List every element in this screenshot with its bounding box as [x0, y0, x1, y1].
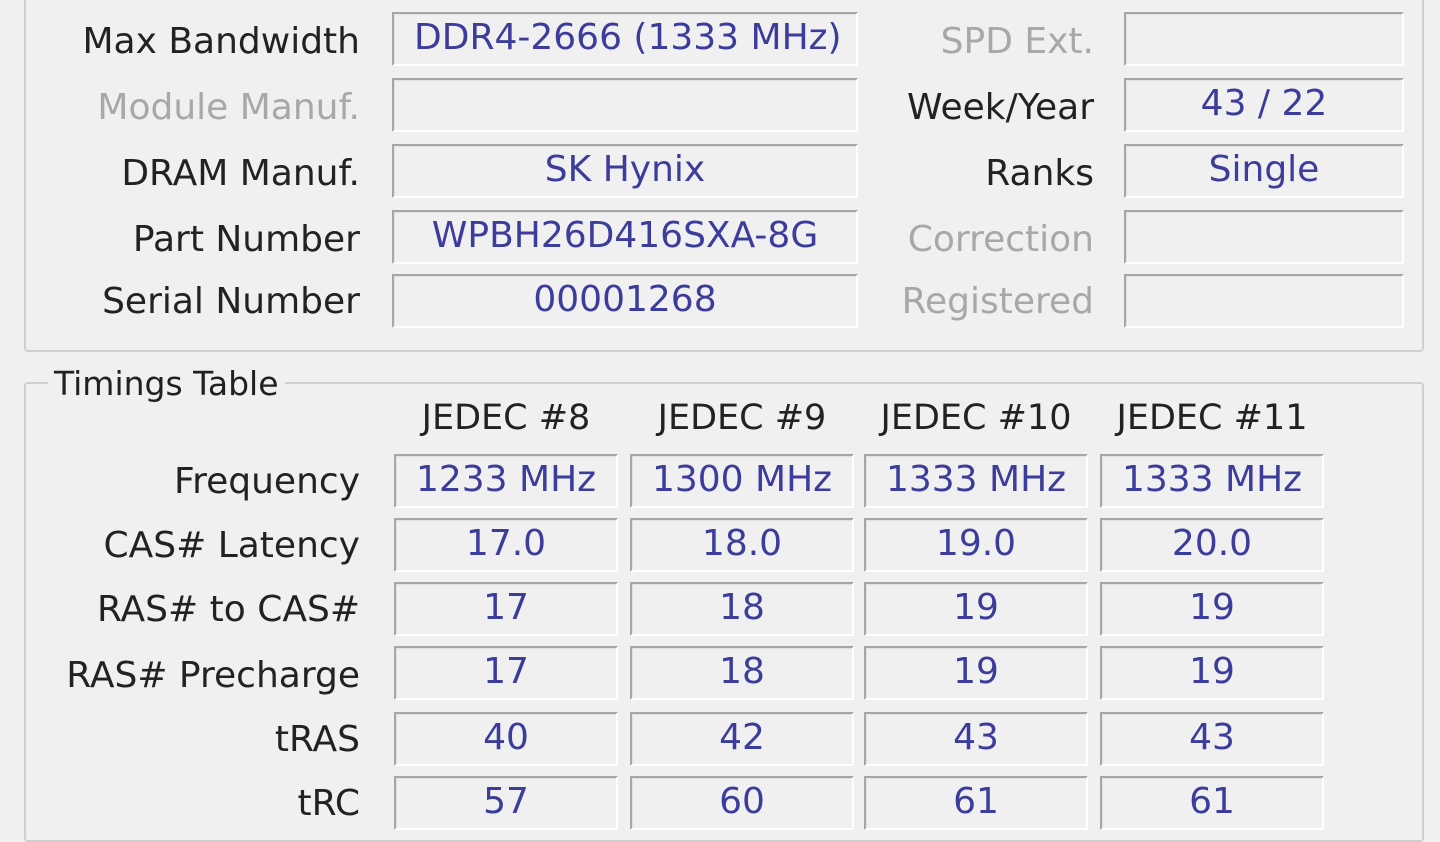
frequency-jedec-9: 1300 MHz: [630, 454, 854, 508]
cas-latency-jedec-11: 20.0: [1100, 518, 1324, 572]
ras-to-cas-jedec-8: 17: [394, 582, 618, 636]
column-header-jedec-8: JEDEC #8: [421, 398, 591, 438]
ras-precharge-label: RAS# Precharge: [66, 655, 360, 696]
column-header-jedec-9: JEDEC #9: [657, 398, 827, 438]
ras-to-cas-jedec-10: 19: [864, 582, 1088, 636]
module-manuf-field: [392, 78, 858, 132]
cas-latency-jedec-10: 19.0: [864, 518, 1088, 572]
trc-jedec-11: 61: [1100, 776, 1324, 830]
column-header-jedec-11: JEDEC #11: [1116, 398, 1308, 438]
timings-title: Timings Table: [48, 366, 285, 402]
trc-jedec-10: 61: [864, 776, 1088, 830]
cas-latency-jedec-9: 18.0: [630, 518, 854, 572]
frequency-jedec-11: 1333 MHz: [1100, 454, 1324, 508]
ras-to-cas-jedec-11: 19: [1100, 582, 1324, 636]
ranks-label: Ranks: [985, 153, 1094, 194]
max-bandwidth-field: DDR4-2666 (1333 MHz): [392, 12, 858, 66]
cas-latency-label: CAS# Latency: [103, 525, 360, 566]
dram-manuf-field: SK Hynix: [392, 144, 858, 198]
cas-latency-jedec-8: 17.0: [394, 518, 618, 572]
ras-precharge-jedec-10: 19: [864, 646, 1088, 700]
part-number-field: WPBH26D416SXA-8G: [392, 210, 858, 264]
tras-jedec-9: 42: [630, 712, 854, 766]
tras-label: tRAS: [274, 719, 360, 760]
correction-field: [1124, 210, 1404, 264]
tras-jedec-10: 43: [864, 712, 1088, 766]
ras-to-cas-label: RAS# to CAS#: [96, 589, 360, 630]
serial-number-field: 00001268: [392, 274, 858, 328]
ras-precharge-jedec-8: 17: [394, 646, 618, 700]
frequency-label: Frequency: [174, 461, 360, 502]
column-header-jedec-10: JEDEC #10: [880, 398, 1072, 438]
serial-number-label: Serial Number: [102, 281, 360, 322]
module-manuf-label: Module Manuf.: [97, 87, 360, 128]
tras-jedec-8: 40: [394, 712, 618, 766]
ras-to-cas-jedec-9: 18: [630, 582, 854, 636]
week-year-label: Week/Year: [907, 87, 1094, 128]
trc-jedec-9: 60: [630, 776, 854, 830]
frequency-jedec-8: 1233 MHz: [394, 454, 618, 508]
spd-ext-field: [1124, 12, 1404, 66]
ranks-field: Single: [1124, 144, 1404, 198]
correction-label: Correction: [907, 219, 1094, 260]
registered-label: Registered: [901, 281, 1094, 322]
spd-ext-label: SPD Ext.: [940, 21, 1094, 62]
part-number-label: Part Number: [132, 219, 360, 260]
frequency-jedec-10: 1333 MHz: [864, 454, 1088, 508]
dram-manuf-label: DRAM Manuf.: [121, 153, 360, 194]
trc-label: tRC: [297, 783, 360, 824]
ras-precharge-jedec-11: 19: [1100, 646, 1324, 700]
tras-jedec-11: 43: [1100, 712, 1324, 766]
week-year-field: 43 / 22: [1124, 78, 1404, 132]
trc-jedec-8: 57: [394, 776, 618, 830]
ras-precharge-jedec-9: 18: [630, 646, 854, 700]
registered-field: [1124, 274, 1404, 328]
max-bandwidth-label: Max Bandwidth: [82, 21, 360, 62]
